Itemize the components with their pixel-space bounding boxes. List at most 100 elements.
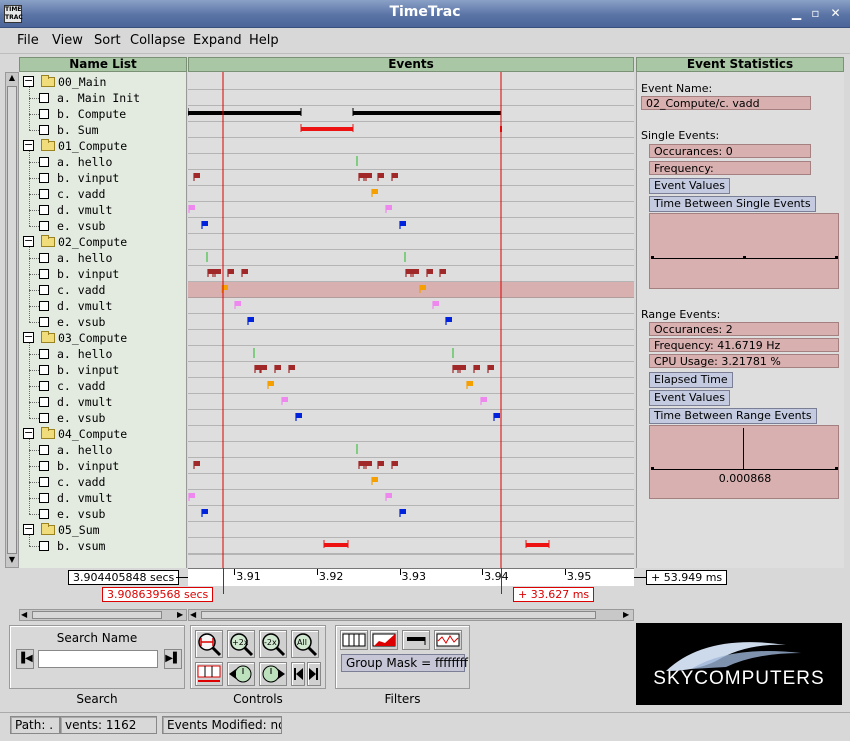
event-checkbox[interactable] [39, 509, 49, 519]
maximize-icon[interactable]: ▫ [809, 7, 822, 20]
collapse-toggle-icon[interactable]: − [23, 75, 34, 87]
filter-single-button[interactable] [340, 630, 368, 650]
tree-item-row[interactable]: b. Sum [19, 122, 186, 138]
event-checkbox[interactable] [39, 269, 49, 279]
tree-item-row[interactable]: b. Compute [19, 106, 186, 122]
tree-item-row[interactable]: e. vsub [19, 506, 186, 522]
tree-group-row[interactable]: − 04_Compute [19, 426, 186, 442]
filter-activity-button[interactable] [434, 630, 462, 650]
zoom-out-2x-button[interactable]: -2x [259, 630, 287, 658]
event-checkbox[interactable] [39, 173, 49, 183]
menu-collapse[interactable]: Collapse [130, 33, 185, 48]
tree-item-row[interactable]: e. vsub [19, 218, 186, 234]
tree-item-row[interactable]: a. hello [19, 250, 186, 266]
event-checkbox[interactable] [39, 365, 49, 375]
range-cursor-button[interactable] [195, 662, 223, 686]
title-bar[interactable]: TIME TRAC TimeTrac ▁ ▫ ✕ [0, 0, 850, 28]
scroll-left-icon[interactable]: ◀ [190, 610, 196, 619]
event-checkbox[interactable] [39, 381, 49, 391]
event-checkbox[interactable] [39, 301, 49, 311]
tree-item-row[interactable]: d. vmult [19, 490, 186, 506]
scroll-up-icon[interactable]: ▲ [6, 73, 18, 85]
tree-group-row[interactable]: − 01_Compute [19, 138, 186, 154]
event-checkbox[interactable] [39, 221, 49, 231]
tree-group-row[interactable]: − 05_Sum [19, 522, 186, 538]
filter-histogram-button[interactable] [370, 630, 398, 650]
scroll-down-icon[interactable]: ▼ [6, 555, 18, 567]
zoom-all-button[interactable]: All [291, 630, 319, 658]
event-checkbox[interactable] [39, 205, 49, 215]
clock-forward-button[interactable] [259, 662, 287, 686]
tree-item-row[interactable]: a. Main Init [19, 90, 186, 106]
time-between-range-button[interactable]: Time Between Range Events [649, 408, 817, 424]
close-icon[interactable]: ✕ [829, 7, 842, 20]
event-checkbox[interactable] [39, 461, 49, 471]
tree-item-row[interactable]: d. vmult [19, 394, 186, 410]
scroll-left-icon[interactable]: ◀ [21, 610, 27, 619]
event-checkbox[interactable] [39, 93, 49, 103]
collapse-toggle-icon[interactable]: − [23, 523, 34, 535]
tree-item-row[interactable]: a. hello [19, 442, 186, 458]
scroll-right-icon[interactable]: ▶ [623, 610, 629, 619]
search-input[interactable] [38, 650, 158, 668]
event-checkbox[interactable] [39, 349, 49, 359]
search-next-button[interactable]: ▶▌ [164, 649, 182, 669]
event-checkbox[interactable] [39, 317, 49, 327]
menu-sort[interactable]: Sort [94, 33, 121, 48]
scroll-thumb[interactable] [7, 86, 17, 554]
event-checkbox[interactable] [39, 253, 49, 263]
elapsed-time-button[interactable]: Elapsed Time [649, 372, 733, 388]
tree-item-row[interactable]: c. vadd [19, 186, 186, 202]
tree-item-row[interactable]: b. vinput [19, 170, 186, 186]
event-checkbox[interactable] [39, 157, 49, 167]
single-event-values-button[interactable]: Event Values [649, 178, 730, 194]
event-checkbox[interactable] [39, 109, 49, 119]
jump-end-button[interactable] [307, 662, 321, 686]
event-checkbox[interactable] [39, 493, 49, 503]
tree-item-row[interactable]: d. vmult [19, 298, 186, 314]
tree-item-row[interactable]: d. vmult [19, 202, 186, 218]
events-hscroll[interactable]: ◀ ▶ [188, 609, 634, 621]
tree-item-row[interactable]: c. vadd [19, 282, 186, 298]
jump-start-button[interactable] [291, 662, 305, 686]
events-canvas[interactable] [188, 72, 634, 568]
time-between-single-button[interactable]: Time Between Single Events [649, 196, 816, 212]
event-checkbox[interactable] [39, 445, 49, 455]
event-checkbox[interactable] [39, 477, 49, 487]
hscroll-thumb[interactable] [32, 611, 162, 619]
tree-item-row[interactable]: a. hello [19, 346, 186, 362]
minimize-icon[interactable]: ▁ [790, 7, 803, 20]
tree-item-row[interactable]: e. vsub [19, 410, 186, 426]
tree-item-row[interactable]: b. vinput [19, 362, 186, 378]
name-list-hscroll[interactable]: ◀ ▶ [19, 609, 187, 621]
event-checkbox[interactable] [39, 189, 49, 199]
event-checkbox[interactable] [39, 413, 49, 423]
menu-file[interactable]: File [17, 33, 39, 48]
tree-item-row[interactable]: a. hello [19, 154, 186, 170]
tree-group-row[interactable]: − 03_Compute [19, 330, 186, 346]
tree-item-row[interactable]: c. vadd [19, 474, 186, 490]
zoom-range-button[interactable] [195, 630, 223, 658]
group-mask-button[interactable]: Group Mask = ffffffff [341, 654, 468, 672]
tree-group-row[interactable]: − 00_Main [19, 74, 186, 90]
menu-view[interactable]: View [52, 33, 83, 48]
tree-group-row[interactable]: − 02_Compute [19, 234, 186, 250]
collapse-toggle-icon[interactable]: − [23, 235, 34, 247]
search-prev-button[interactable]: ▐◀ [16, 649, 34, 669]
range-event-values-button[interactable]: Event Values [649, 390, 730, 406]
collapse-toggle-icon[interactable]: − [23, 427, 34, 439]
tree-item-row[interactable]: b. vsum [19, 538, 186, 554]
scroll-right-icon[interactable]: ▶ [177, 610, 183, 619]
name-list-scrollbar[interactable]: ▲ ▼ [5, 72, 19, 568]
tree-item-row[interactable]: e. vsub [19, 314, 186, 330]
event-checkbox[interactable] [39, 541, 49, 551]
filter-range-button[interactable] [402, 630, 430, 650]
collapse-toggle-icon[interactable]: − [23, 139, 34, 151]
tree-item-row[interactable]: b. vinput [19, 458, 186, 474]
tree-item-row[interactable]: b. vinput [19, 266, 186, 282]
zoom-in-2x-button[interactable]: +2x [227, 630, 255, 658]
event-checkbox[interactable] [39, 285, 49, 295]
menu-help[interactable]: Help [249, 33, 279, 48]
tree-item-row[interactable]: c. vadd [19, 378, 186, 394]
event-checkbox[interactable] [39, 125, 49, 135]
